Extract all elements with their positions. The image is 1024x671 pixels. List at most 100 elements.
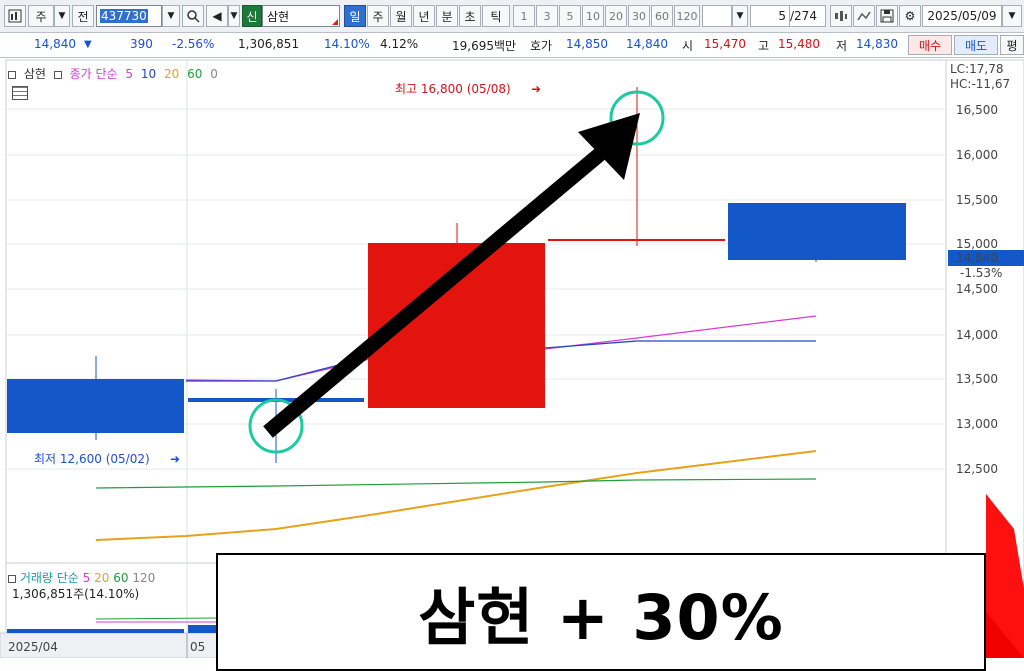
down-arrow-icon: ▼: [84, 39, 92, 50]
interval-dropdown-icon[interactable]: ▼: [732, 5, 748, 27]
tick-12500: 12,500: [956, 462, 998, 476]
low-price: 14,830: [856, 37, 898, 51]
gear-icon[interactable]: ⚙: [899, 5, 921, 27]
interval-20[interactable]: 20: [605, 5, 627, 27]
candle-0508-body[interactable]: [548, 239, 725, 241]
volume-legend: 거래량 단순 5 20 60 120: [8, 569, 155, 586]
legend-ma5: 5: [125, 67, 134, 81]
date-label-may: 05: [190, 640, 205, 654]
tab-year[interactable]: 년: [413, 5, 435, 27]
hc-label: HC:-11,67: [950, 77, 1010, 91]
legend-ma-title[interactable]: 종가 단순: [70, 65, 118, 82]
code-value: 437730: [100, 9, 148, 23]
volume-ratio: 14.10%: [324, 37, 370, 51]
current-price: 14,840: [34, 37, 76, 51]
banner-text: 삼현 + 30%: [418, 581, 784, 654]
legend-ma20: 20: [163, 67, 180, 81]
grid-icon[interactable]: [12, 86, 28, 100]
interval-3[interactable]: 3: [536, 5, 558, 27]
name-value: 삼현: [267, 9, 290, 24]
low-annotation: 최저 12,600 (05/02): [34, 452, 150, 466]
legend-ma0: 0: [210, 67, 218, 81]
toolbar: 주 ▼ 전 437730 ▼ ◀ ▼ 신 삼현 일 주 월 년 분 초 틱 1 …: [0, 0, 1024, 33]
open-label: 시: [682, 39, 694, 53]
legend-ma10: 10: [140, 67, 157, 81]
ask-price: 14,850: [566, 37, 608, 51]
tick-16500: 16,500: [956, 103, 998, 117]
tab-month[interactable]: 월: [390, 5, 412, 27]
interval-60[interactable]: 60: [651, 5, 673, 27]
open-price: 15,470: [704, 37, 746, 51]
vol-legend-60: 60: [113, 571, 129, 585]
custom-interval-input[interactable]: [702, 5, 732, 27]
legend-ma60: 60: [187, 67, 203, 81]
date-label-april: 2025/04: [8, 640, 58, 654]
volume-bar-0502: [188, 625, 218, 633]
code-input[interactable]: 437730: [96, 5, 162, 27]
high-price: 15,480: [778, 37, 820, 51]
date-input[interactable]: 2025/05/09: [922, 5, 1002, 27]
tick-13500: 13,500: [956, 372, 998, 386]
price-change-pct: -2.56%: [172, 37, 215, 51]
title-banner: 삼현 + 30%: [216, 553, 986, 671]
legend-box-icon: [8, 70, 16, 79]
price-legend: 삼현 종가 단순 5 10 20 60 0: [8, 65, 222, 82]
page-total: /274: [790, 5, 826, 27]
tab-minute[interactable]: 분: [436, 5, 458, 27]
compare-icon[interactable]: [830, 5, 852, 27]
volume-bar-0429: [7, 629, 184, 633]
eval-button[interactable]: 평: [1000, 35, 1024, 55]
interval-10[interactable]: 10: [582, 5, 604, 27]
chart-area[interactable]: 최고 16,800 (05/08) ➜ 최저 12,600 (05/02) ➜ …: [0, 59, 1024, 671]
name-input[interactable]: 삼현: [262, 5, 340, 27]
current-price-axis-label: 14,840: [956, 251, 998, 265]
save-icon[interactable]: [876, 5, 898, 27]
interval-120[interactable]: 120: [674, 5, 700, 27]
tab-day[interactable]: 일: [344, 5, 366, 27]
legend-stock-name[interactable]: 삼현: [24, 65, 46, 82]
high-annotation: 최고 16,800 (05/08): [395, 82, 511, 96]
lc-label: LC:17,78: [950, 62, 1003, 76]
tick-15000: 15,000: [956, 237, 998, 251]
market-select[interactable]: 주: [28, 5, 54, 27]
date-dropdown-icon[interactable]: ▼: [1002, 5, 1022, 27]
prev-button[interactable]: 전: [72, 5, 94, 27]
buy-button[interactable]: 매수: [908, 35, 952, 55]
tick-14500: 14,500: [956, 282, 998, 296]
vol-legend-box-icon: [8, 574, 16, 583]
market-dropdown-icon[interactable]: ▼: [54, 5, 70, 27]
back-icon[interactable]: ◀: [206, 5, 228, 27]
page-input[interactable]: 5: [750, 5, 790, 27]
tick-13000: 13,000: [956, 417, 998, 431]
interval-5[interactable]: 5: [559, 5, 581, 27]
search-icon[interactable]: [182, 5, 204, 27]
vol-legend-5: 5: [82, 571, 91, 585]
sell-button[interactable]: 매도: [954, 35, 998, 55]
candle-0429-body[interactable]: [7, 379, 184, 433]
turnover-pct: 4.12%: [380, 37, 419, 51]
interval-1[interactable]: 1: [513, 5, 535, 27]
high-label: 고: [758, 39, 770, 53]
vol-legend-title[interactable]: 거래량 단순: [20, 571, 79, 585]
price-change: 390: [130, 37, 153, 51]
low-label: 저: [836, 39, 848, 53]
tab-week[interactable]: 주: [367, 5, 389, 27]
vol-legend-20: 20: [94, 571, 110, 585]
trade-amount: 19,695백만: [452, 39, 517, 53]
tick-14000: 14,000: [956, 328, 998, 342]
nav-dropdown-icon[interactable]: ▼: [228, 5, 240, 27]
current-change-axis-label: -1.53%: [960, 266, 1002, 280]
tab-second[interactable]: 초: [459, 5, 481, 27]
candle-0509-body[interactable]: [728, 203, 906, 260]
line-icon[interactable]: [853, 5, 875, 27]
low-arrow-icon: ➜: [170, 452, 180, 466]
signal-badge: 신: [242, 5, 262, 27]
code-dropdown-icon[interactable]: ▼: [162, 5, 180, 27]
tick-15500: 15,500: [956, 193, 998, 207]
tick-16000: 16,000: [956, 148, 998, 162]
high-arrow-icon: ➜: [531, 82, 541, 96]
volume-value: 1,306,851: [238, 37, 300, 51]
tab-tick[interactable]: 틱: [482, 5, 510, 27]
interval-30[interactable]: 30: [628, 5, 650, 27]
chart-icon[interactable]: [4, 5, 26, 27]
